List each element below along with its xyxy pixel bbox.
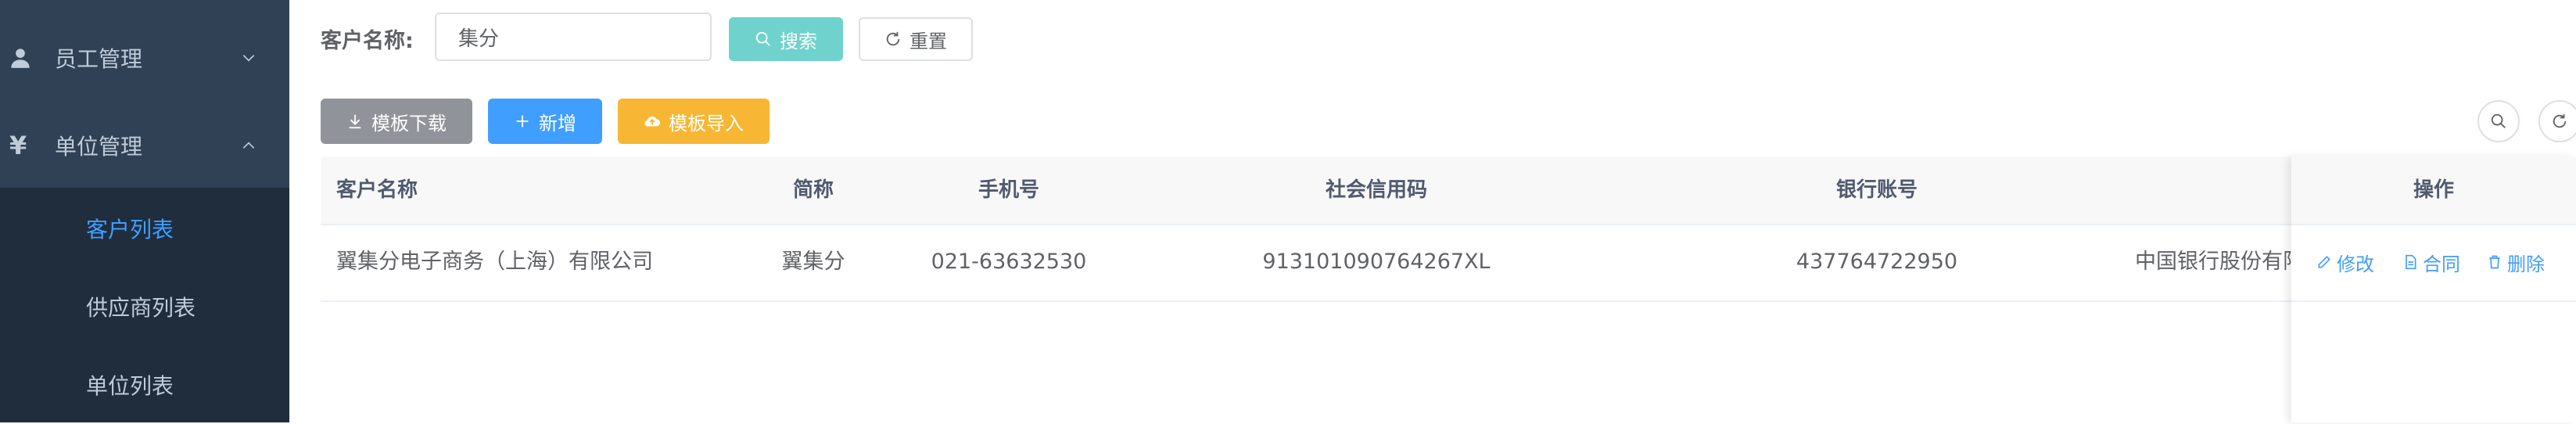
table-row-actions: 修改 合同 删除 <box>2291 224 2576 302</box>
search-icon <box>2491 113 2506 128</box>
delete-link[interactable]: 删除 <box>2487 224 2545 300</box>
reset-button[interactable]: 重置 <box>859 17 973 61</box>
column-header-bank-account: 银行账号 <box>1835 178 1918 202</box>
toggle-search-button[interactable] <box>2477 100 2520 142</box>
customer-name-input[interactable] <box>435 13 712 61</box>
search-icon <box>755 31 770 46</box>
submenu-item-supplier-list[interactable]: 供应商列表 <box>0 268 289 346</box>
column-header-credit-code: 社会信用码 <box>1325 178 1427 202</box>
menu-unit-management[interactable]: ¥ 单位管理 <box>0 102 289 189</box>
menu-label: 员工管理 <box>55 46 143 72</box>
edit-link[interactable]: 修改 <box>2316 224 2374 300</box>
column-header-short-name: 简称 <box>792 178 834 202</box>
chevron-down-icon <box>242 55 255 62</box>
refresh-icon <box>886 31 900 46</box>
search-button[interactable]: 搜索 <box>729 17 843 61</box>
column-header-phone: 手机号 <box>978 178 1039 202</box>
contract-link[interactable]: 合同 <box>2402 224 2460 300</box>
document-icon <box>2406 254 2416 270</box>
menu-employee-management[interactable]: 员工管理 <box>0 14 289 102</box>
chevron-up-icon <box>242 142 255 149</box>
cell-credit-code: 913101090764267XL <box>1262 250 1491 274</box>
sidebar: 员工管理 ¥ 单位管理 客户列表 供应商列表 单位列表 <box>0 0 289 422</box>
refresh-icon <box>2553 113 2567 128</box>
column-header-actions: 操作 <box>2291 156 2576 225</box>
menu-label: 单位管理 <box>55 134 143 160</box>
edit-icon <box>2318 256 2330 268</box>
table-row: 翼集分电子商务（上海）有限公司 翼集分 021-63632530 9131010… <box>321 224 2576 302</box>
submenu-item-unit-list[interactable]: 单位列表 <box>0 346 289 424</box>
template-download-button[interactable]: 模板下载 <box>321 99 472 144</box>
yen-icon: ¥ <box>9 131 27 160</box>
add-button[interactable]: 新增 <box>488 99 602 144</box>
plus-icon <box>516 115 529 128</box>
submenu-unit: 客户列表 供应商列表 单位列表 <box>0 188 289 422</box>
template-import-button[interactable]: 模板导入 <box>618 99 770 144</box>
column-header-customer-name: 客户名称 <box>336 178 418 202</box>
cloud-upload-icon <box>644 116 661 127</box>
cell-bank-account: 437764722950 <box>1796 250 1958 274</box>
customer-table: 客户名称 简称 手机号 社会信用码 银行账号 开户 翼集分电子商务（上海）有限公… <box>321 156 2576 422</box>
cell-customer-name: 翼集分电子商务（上海）有限公司 <box>336 250 653 274</box>
refresh-table-button[interactable] <box>2538 100 2576 142</box>
user-icon <box>11 49 30 68</box>
cell-phone: 021-63632530 <box>931 250 1087 274</box>
trash-icon <box>2489 255 2500 269</box>
submenu-item-customer-list[interactable]: 客户列表 <box>0 189 289 268</box>
cell-short-name: 翼集分 <box>781 250 845 274</box>
download-icon <box>349 114 361 129</box>
table-header: 客户名称 简称 手机号 社会信用码 银行账号 开户 <box>321 156 2576 225</box>
fixed-actions-column: 操作 修改 合同 删除 <box>2291 156 2576 422</box>
customer-name-label: 客户名称: <box>321 29 414 53</box>
